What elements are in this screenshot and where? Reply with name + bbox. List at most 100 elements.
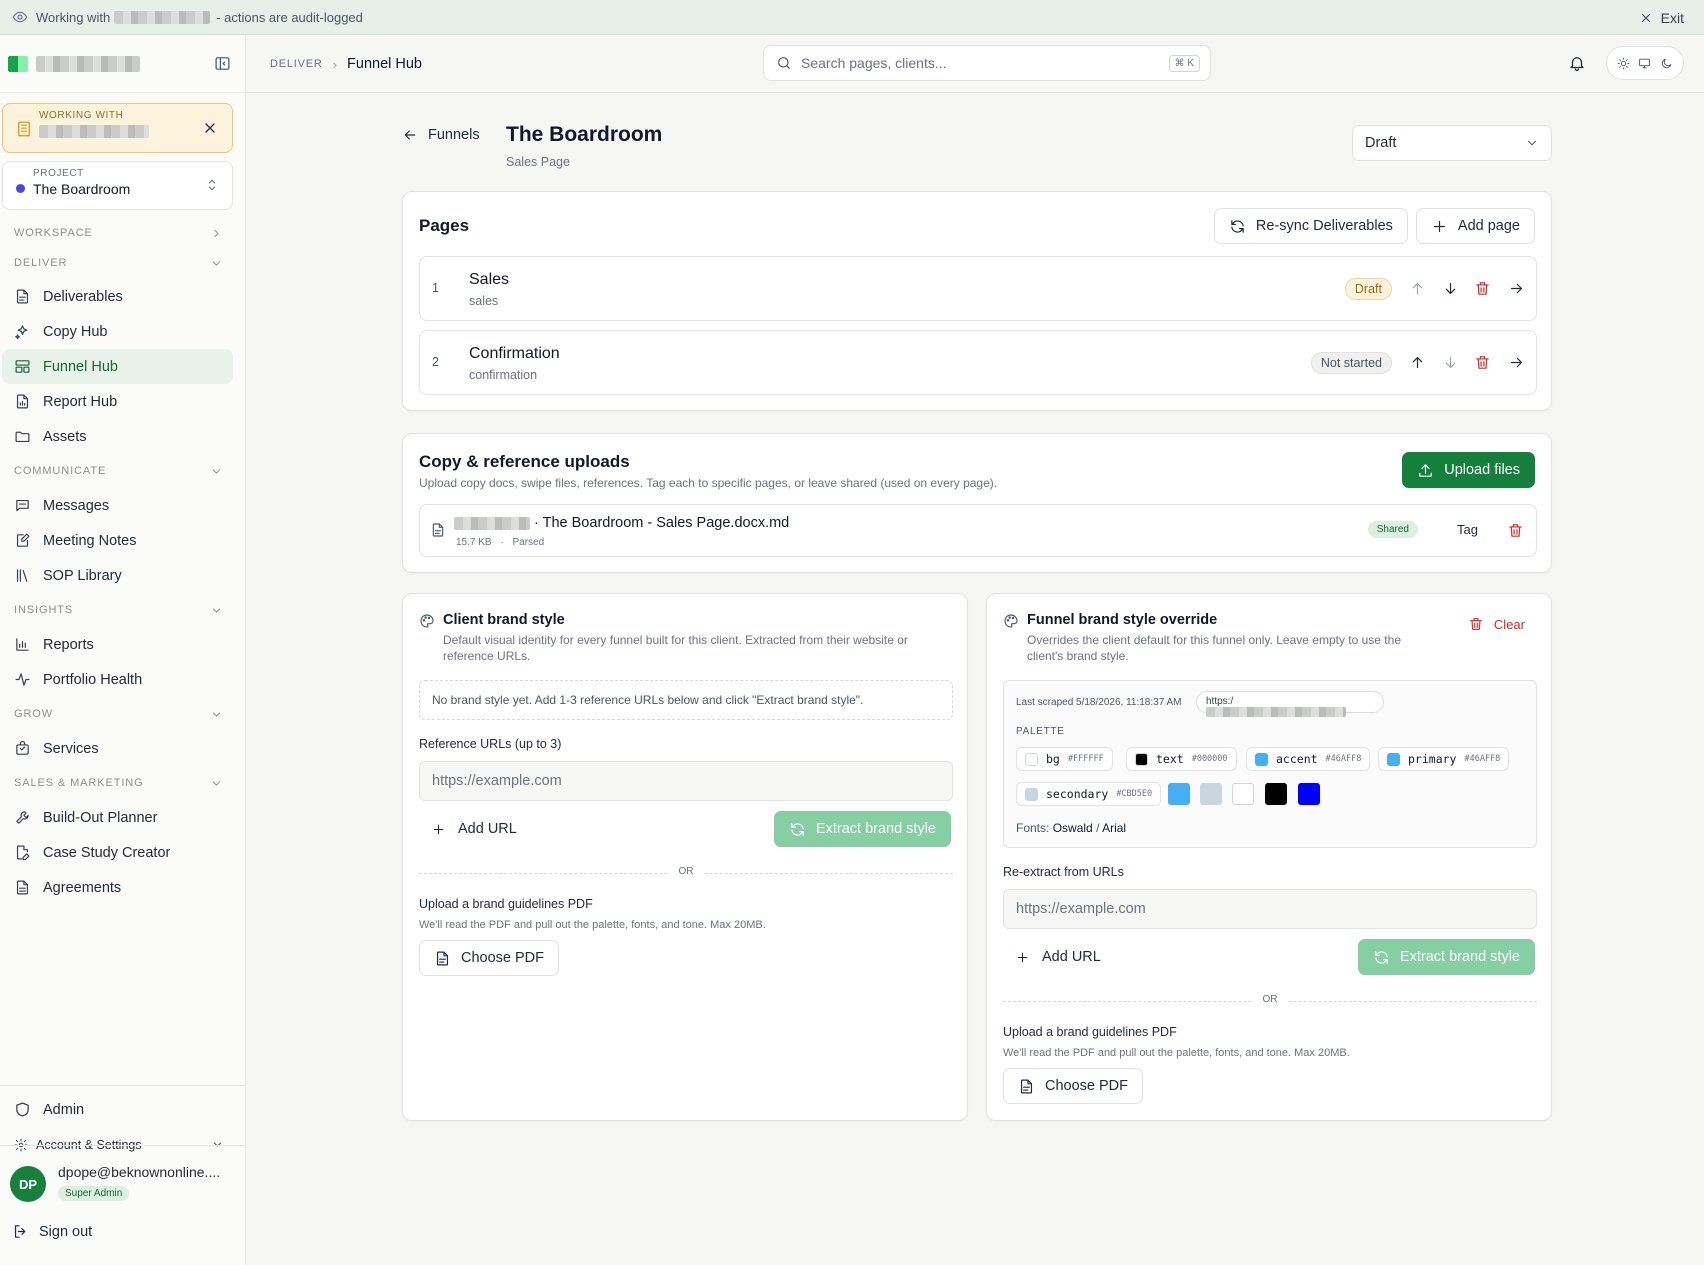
brand-fonts: Fonts: Oswald / Arial [1016, 821, 1126, 835]
page-title: The Boardroom [506, 123, 663, 146]
monitor-icon[interactable] [1638, 57, 1651, 70]
project-name: The Boardroom [33, 181, 131, 197]
moon-icon[interactable] [1660, 57, 1673, 70]
sidebar-item-agreements[interactable]: Agreements [2, 870, 233, 905]
clear-button[interactable]: Clear [1468, 616, 1525, 632]
file-icon [436, 951, 449, 965]
add-page-label: Add page [1457, 218, 1520, 234]
color-swatch [1298, 783, 1320, 805]
add-page-button[interactable]: Add page [1415, 208, 1535, 244]
search-icon [778, 57, 790, 69]
file-name: · The Boardroom - Sales Page.docx.md [534, 515, 790, 531]
redacted-brand-name [36, 55, 140, 72]
page-row[interactable]: 2 Confirmation confirmation Not started [419, 330, 1537, 395]
banner-prefix: Working with [36, 9, 111, 25]
add-url-label: Add URL [458, 821, 517, 837]
bell-icon[interactable] [1568, 54, 1588, 74]
palette-name: text [1156, 752, 1184, 766]
section-insights[interactable]: INSIGHTS [0, 599, 245, 621]
file-meta: 15.7 KB · Parsed [456, 537, 545, 548]
reference-urls-label: Reference URLs (up to 3) [419, 737, 562, 751]
reference-url-input[interactable] [419, 761, 953, 801]
collapse-sidebar-icon[interactable] [214, 55, 231, 72]
section-grow[interactable]: GROW [0, 703, 245, 725]
palette-name: secondary [1046, 787, 1109, 801]
add-url-button[interactable]: Add URL [431, 821, 517, 837]
add-url-button[interactable]: Add URL [1015, 949, 1101, 965]
sidebar-item-deliverables[interactable]: Deliverables [2, 279, 233, 314]
sidebar-item-services[interactable]: Services [2, 731, 233, 766]
breadcrumb-parent[interactable]: DELIVER [270, 58, 323, 70]
extract-brand-style-button[interactable]: Extract brand style [773, 811, 951, 847]
trash-icon[interactable] [1474, 280, 1491, 297]
close-icon[interactable] [202, 120, 218, 136]
plus-icon [1017, 952, 1028, 962]
sidebar-item-report-hub[interactable]: Report Hub [2, 384, 233, 419]
scraped-brand-box: Last scraped 5/18/2026, 11:18:37 AM http… [1003, 680, 1537, 848]
color-swatch [1168, 783, 1190, 805]
tag-button[interactable]: Tag [1457, 522, 1478, 537]
sidebar-item-label: Admin [43, 1101, 85, 1118]
search-input[interactable] [801, 55, 1160, 71]
move-down-icon[interactable] [1442, 354, 1459, 371]
extract-brand-style-button[interactable]: Extract brand style [1357, 939, 1535, 975]
sidebar-item-admin[interactable]: Admin [2, 1092, 234, 1127]
search-shortcut: ⌘ K [1168, 54, 1200, 72]
file-state: Parsed [512, 537, 545, 548]
arrow-right-icon[interactable] [1508, 280, 1525, 297]
main-content: Funnels The Boardroom Sales Page Draft P… [402, 93, 1552, 1121]
sidebar-item-assets[interactable]: Assets [2, 419, 233, 454]
sidebar-item-funnel-hub[interactable]: Funnel Hub [2, 349, 233, 384]
sun-icon[interactable] [1617, 57, 1630, 70]
move-up-icon[interactable] [1409, 354, 1426, 371]
resync-deliverables-button[interactable]: Re-sync Deliverables [1213, 208, 1408, 244]
back-to-funnels-link[interactable]: Funnels [402, 127, 480, 143]
choose-pdf-button[interactable]: Choose PDF [1003, 1068, 1144, 1104]
project-selector[interactable]: PROJECT The Boardroom [2, 161, 233, 210]
section-communicate-label: COMMUNICATE [14, 465, 107, 477]
sidebar-item-meeting-notes[interactable]: Meeting Notes [2, 523, 233, 558]
upload-label: Upload files [1444, 462, 1520, 478]
section-sales-marketing[interactable]: SALES & MARKETING [0, 772, 245, 794]
palette-hex: #CBD5E0 [1116, 789, 1153, 799]
sidebar-item-messages[interactable]: Messages [2, 488, 233, 523]
scraped-url: https:/ [1206, 696, 1234, 707]
page-row[interactable]: 1 Sales sales Draft [419, 256, 1537, 321]
sidebar-item-sop-library[interactable]: SOP Library [2, 558, 233, 593]
brand-logo[interactable] [8, 55, 140, 72]
sidebar-item-portfolio-health[interactable]: Portfolio Health [2, 662, 233, 697]
trash-icon[interactable] [1474, 354, 1491, 371]
section-deliver[interactable]: DELIVER [0, 252, 245, 274]
section-workspace[interactable]: WORKSPACE [0, 222, 245, 244]
move-down-icon[interactable] [1442, 280, 1459, 297]
sidebar: WORKING WITH PROJECT The Boardroom WORKS… [0, 35, 246, 1265]
pdf-upload-label: Upload a brand guidelines PDF [419, 897, 593, 911]
scraped-url-pill[interactable]: https:/ [1196, 691, 1384, 718]
choose-pdf-button[interactable]: Choose PDF [419, 940, 560, 976]
status-select[interactable]: Draft [1352, 125, 1552, 161]
sidebar-item-reports[interactable]: Reports [2, 627, 233, 662]
sidebar-item-case-study-creator[interactable]: Case Study Creator [2, 835, 233, 870]
color-swatch [1025, 787, 1038, 801]
sidebar-item-label: Services [43, 740, 99, 757]
sidebar-item-build-out-planner[interactable]: Build-Out Planner [2, 800, 233, 835]
trash-icon [1470, 618, 1482, 630]
refresh-icon [1231, 219, 1244, 233]
sidebar-item-copy-hub[interactable]: Copy Hub [2, 314, 233, 349]
arrow-right-icon[interactable] [1508, 354, 1525, 371]
user-profile[interactable]: DP dpope@beknownonline.... Super Admin [0, 1145, 246, 1215]
exit-button[interactable]: Exit [1639, 0, 1684, 35]
sign-out-label: Sign out [39, 1223, 93, 1240]
logout-icon [14, 1225, 26, 1238]
file-row[interactable]: · The Boardroom - Sales Page.docx.md 15.… [419, 504, 1537, 557]
move-up-icon[interactable] [1409, 280, 1426, 297]
funnel-brand-title: Funnel brand style override [1027, 612, 1218, 628]
sign-out-button[interactable]: Sign out [12, 1223, 92, 1240]
palette-name: bg [1046, 752, 1060, 766]
project-color-dot [16, 184, 25, 193]
search-box[interactable]: ⌘ K [763, 45, 1211, 81]
section-communicate[interactable]: COMMUNICATE [0, 460, 245, 482]
trash-icon[interactable] [1507, 522, 1524, 539]
reextract-url-input[interactable] [1003, 889, 1537, 929]
upload-files-button[interactable]: Upload files [1402, 452, 1535, 488]
